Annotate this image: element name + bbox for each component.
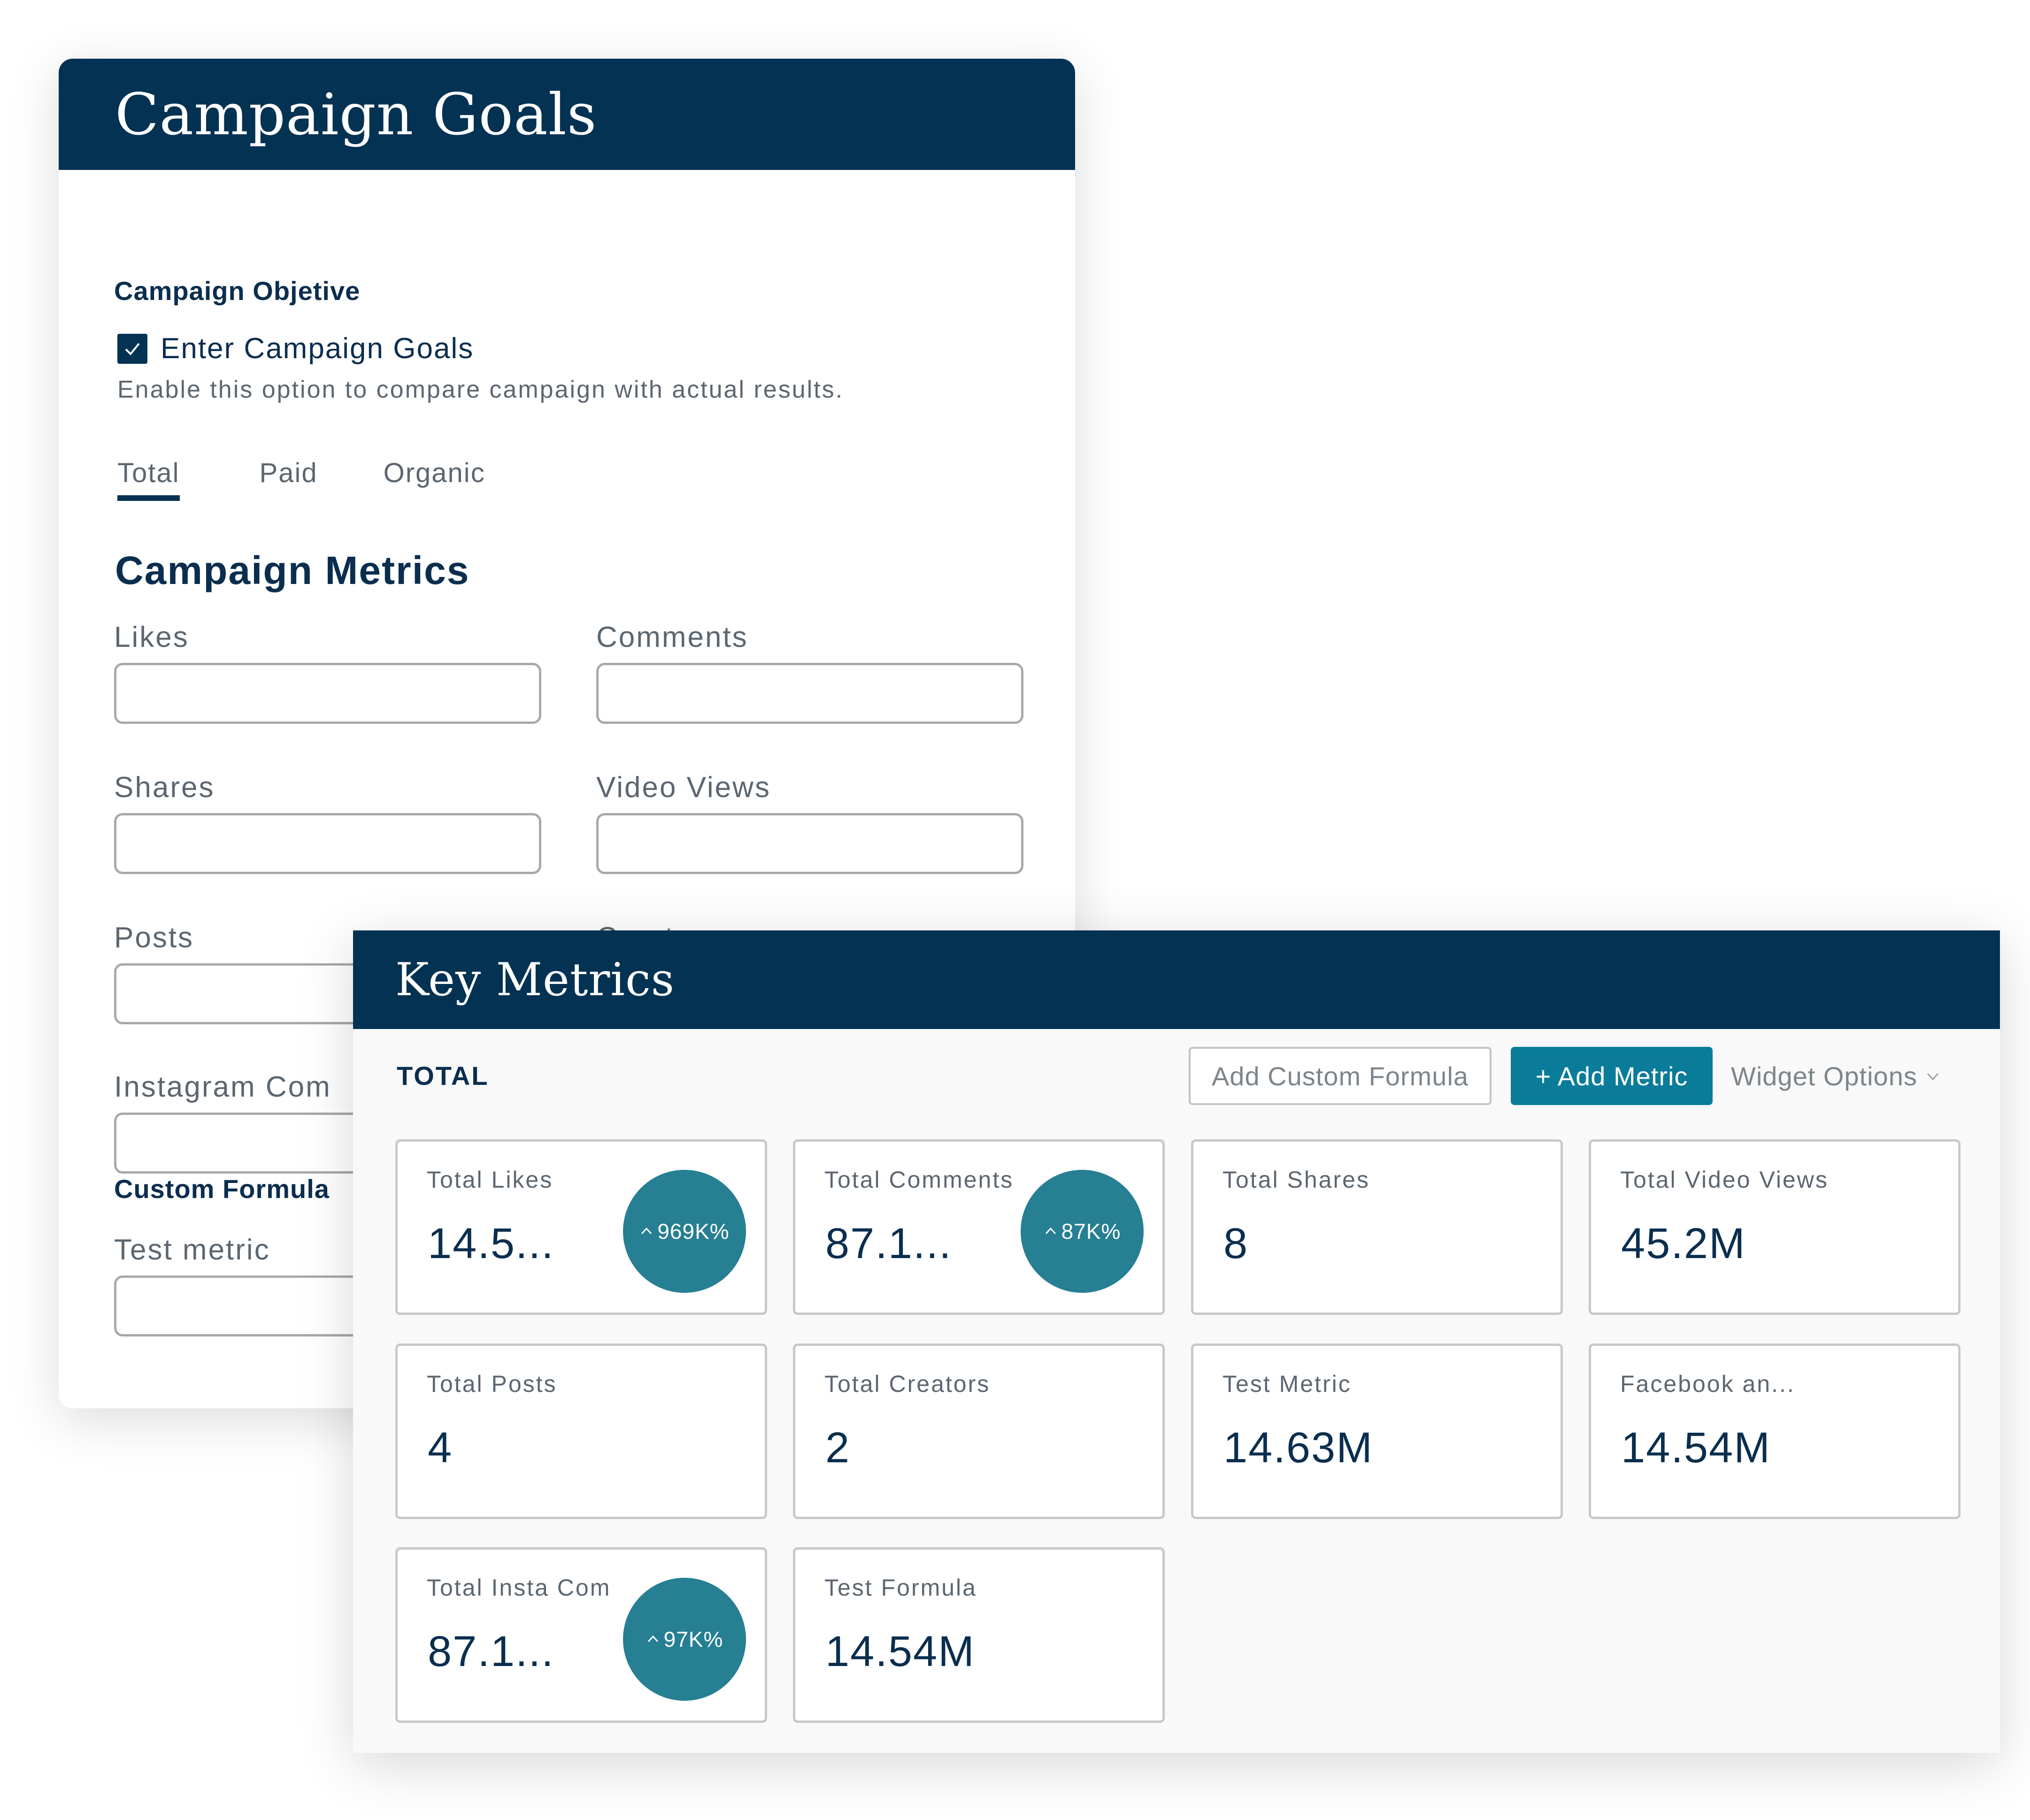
enter-goals-checkbox[interactable]: [117, 333, 147, 364]
campaign-goals-header: Campaign Goals: [59, 59, 1075, 170]
metric-tile-value: 14.54M: [825, 1628, 975, 1675]
tab-total[interactable]: Total: [117, 457, 180, 501]
likes-input[interactable]: [114, 663, 541, 724]
metric-tile-label: Test Formula: [824, 1574, 977, 1601]
comments-field: Comments: [596, 621, 1023, 724]
metric-tile-total-posts[interactable]: Total Posts 4: [395, 1344, 767, 1519]
key-metrics-header: Key Metrics: [353, 930, 2000, 1029]
metric-tile-total-creators[interactable]: Total Creators 2: [793, 1344, 1165, 1519]
campaign-metrics-heading: Campaign Metrics: [115, 548, 470, 592]
metric-change-badge: 97K%: [623, 1578, 746, 1701]
total-label: TOTAL: [397, 1061, 489, 1090]
metric-tile-total-comments[interactable]: Total Comments 87.1... 87K%: [793, 1139, 1165, 1315]
campaign-goals-title: Campaign Goals: [115, 81, 597, 148]
metric-change-value: 97K%: [663, 1627, 723, 1651]
add-metric-button[interactable]: + Add Metric: [1511, 1047, 1713, 1105]
metric-tile-label: Facebook an...: [1620, 1371, 1795, 1397]
metric-tile-label: Total Comments: [824, 1167, 1014, 1193]
metric-tile-value: 8: [1223, 1220, 1249, 1267]
metric-tile-value: 14.63M: [1223, 1424, 1373, 1472]
metric-tile-label: Total Insta Com: [427, 1574, 611, 1601]
metric-tile-value: 87.1...: [825, 1220, 952, 1267]
metric-change-value: 969K%: [657, 1219, 730, 1244]
metric-tile-label: Total Posts: [427, 1371, 557, 1397]
caret-up-icon: [647, 1635, 658, 1643]
shares-input[interactable]: [114, 813, 541, 874]
comments-input[interactable]: [596, 663, 1023, 724]
shares-field-label: Shares: [114, 771, 215, 804]
metric-change-value: 87K%: [1061, 1219, 1121, 1244]
metric-change-badge: 87K%: [1021, 1170, 1144, 1293]
likes-field: Likes: [114, 621, 541, 724]
likes-field-label: Likes: [114, 621, 189, 653]
metric-tile-total-shares[interactable]: Total Shares 8: [1191, 1139, 1563, 1315]
checkmark-icon: [125, 343, 140, 355]
widget-options-dropdown[interactable]: Widget Options: [1731, 1047, 1941, 1105]
metric-tile-value: 2: [825, 1424, 851, 1472]
tab-paid[interactable]: Paid: [260, 457, 318, 501]
metric-tile-label: Test Metric: [1223, 1371, 1352, 1397]
caret-up-icon: [1045, 1227, 1056, 1235]
enter-goals-help-text: Enable this option to compare campaign w…: [117, 376, 844, 403]
metric-tile-facebook[interactable]: Facebook an... 14.54M: [1589, 1344, 1961, 1519]
metric-tile-total-video-views[interactable]: Total Video Views 45.2M: [1589, 1139, 1961, 1315]
campaign-objective-label: Campaign Objetive: [114, 276, 361, 306]
tab-organic[interactable]: Organic: [384, 457, 485, 501]
video-views-field: Video Views: [596, 771, 1023, 874]
metric-tile-value: 14.5...: [428, 1220, 554, 1267]
metric-tile-total-insta-com[interactable]: Total Insta Com 87.1... 97K%: [395, 1547, 767, 1723]
metric-tile-test-metric[interactable]: Test Metric 14.63M: [1191, 1344, 1563, 1519]
key-metrics-toolbar: TOTAL Add Custom Formula + Add Metric Wi…: [353, 1029, 2000, 1118]
metric-tile-label: Total Video Views: [1620, 1167, 1829, 1193]
enter-goals-checkbox-row[interactable]: Enter Campaign Goals: [117, 332, 474, 365]
goal-type-tabs: Total Paid Organic: [117, 457, 565, 501]
key-metrics-panel: Key Metrics TOTAL Add Custom Formula + A…: [353, 930, 2000, 1753]
metric-tile-test-formula[interactable]: Test Formula 14.54M: [793, 1547, 1165, 1723]
metric-tile-value: 4: [428, 1424, 453, 1472]
metric-change-badge: 969K%: [623, 1170, 746, 1293]
video-views-input[interactable]: [596, 813, 1023, 874]
enter-goals-checkbox-label: Enter Campaign Goals: [161, 332, 474, 365]
video-views-field-label: Video Views: [596, 771, 771, 804]
metric-tile-label: Total Likes: [427, 1167, 554, 1193]
metric-tile-value: 45.2M: [1621, 1220, 1746, 1267]
shares-field: Shares: [114, 771, 541, 874]
chevron-down-icon: [1927, 1073, 1938, 1081]
metric-tile-label: Total Creators: [824, 1371, 991, 1397]
key-metrics-title: Key Metrics: [395, 953, 675, 1006]
metric-tile-total-likes[interactable]: Total Likes 14.5... 969K%: [395, 1139, 767, 1315]
widget-options-label: Widget Options: [1731, 1061, 1917, 1091]
custom-formula-label: Custom Formula: [114, 1174, 330, 1204]
caret-up-icon: [641, 1227, 652, 1235]
metric-tile-label: Total Shares: [1223, 1167, 1370, 1193]
comments-field-label: Comments: [596, 621, 748, 653]
add-custom-formula-button[interactable]: Add Custom Formula: [1189, 1047, 1492, 1105]
metric-tile-value: 87.1...: [428, 1628, 554, 1675]
metric-tile-value: 14.54M: [1621, 1424, 1771, 1472]
